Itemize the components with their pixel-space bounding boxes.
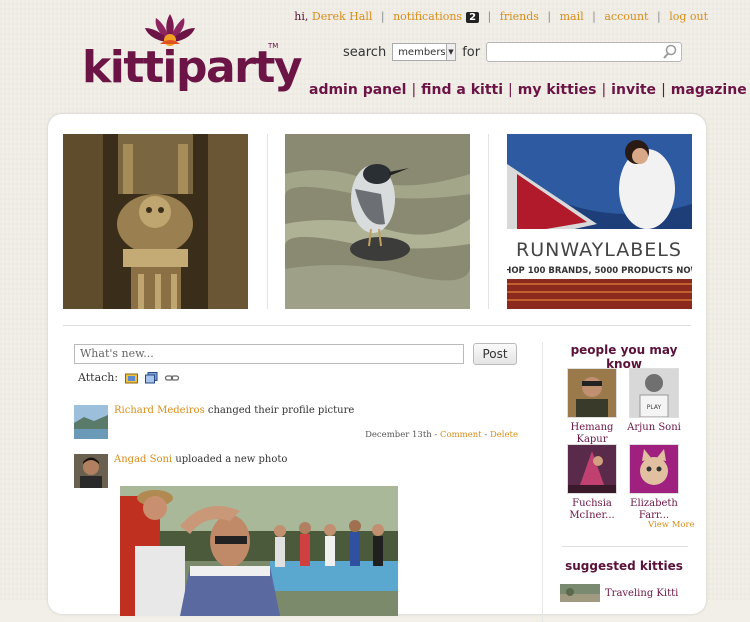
feed-action-text: uploaded a new photo xyxy=(175,454,288,465)
runway-labels-ad[interactable]: RUNWAYLABELS SHOP 100 BRANDS, 5000 PRODU… xyxy=(507,134,692,309)
kitti-name[interactable]: Traveling Kitti xyxy=(605,588,678,599)
person-card-fuchsia[interactable]: Fuchsia McIner... xyxy=(562,444,622,522)
person-photo[interactable] xyxy=(629,444,679,494)
ad-title: RUNWAYLABELS xyxy=(516,239,682,261)
uploaded-party-photo[interactable] xyxy=(120,486,398,616)
people-you-may-know-title: people you may know xyxy=(570,343,678,371)
trademark-mark: TM xyxy=(268,42,279,50)
link-attach-icon[interactable] xyxy=(165,373,180,383)
attach-label: Attach: xyxy=(78,371,119,384)
nav-invite[interactable]: invite xyxy=(611,82,656,98)
top-nav: hi, Derek Hall | notifications 2 | friend… xyxy=(294,10,708,23)
nav-magazine[interactable]: magazine xyxy=(671,82,747,98)
content-panel: RUNWAYLABELS SHOP 100 BRANDS, 5000 PRODU… xyxy=(48,114,706,622)
view-more-link[interactable]: View More xyxy=(648,520,695,530)
account-link[interactable]: account xyxy=(604,10,648,23)
search-input[interactable] xyxy=(486,42,683,62)
person-photo[interactable]: PLAY xyxy=(629,368,679,418)
post-button[interactable]: Post xyxy=(473,343,517,365)
sidebar-divider xyxy=(542,342,543,622)
search-scope-select[interactable]: members ▼ xyxy=(392,43,457,61)
nav-admin-panel[interactable]: admin panel xyxy=(309,82,406,98)
kittiparty-logo[interactable]: kittiparty TM xyxy=(80,10,303,100)
svg-text:PLAY: PLAY xyxy=(647,404,662,411)
person-name-line1[interactable]: Arjun Soni xyxy=(624,422,684,434)
whats-new-input[interactable]: What's new... xyxy=(74,344,464,364)
person-card-arjun-soni[interactable]: PLAY Arjun Soni xyxy=(624,368,684,434)
search-label: search xyxy=(343,44,387,60)
greeting: hi, xyxy=(294,10,309,23)
kitti-thumbnail[interactable] xyxy=(560,584,600,602)
comment-link[interactable]: Comment xyxy=(440,430,482,440)
notifications-count-badge[interactable]: 2 xyxy=(466,12,480,23)
album-attach-icon[interactable] xyxy=(145,371,158,384)
friends-link[interactable]: friends xyxy=(500,10,539,23)
person-name-line2[interactable]: McIner... xyxy=(562,510,622,522)
nav-find-a-kitti[interactable]: find a kitti xyxy=(421,82,503,98)
notifications-link[interactable]: notifications xyxy=(393,10,462,23)
feed-item-profile-picture: Richard Medeiros changed their profile p… xyxy=(114,405,354,416)
feed-date: December 13th - xyxy=(365,430,438,440)
richard-medeiros-avatar[interactable] xyxy=(74,405,108,439)
search-scope-value: members xyxy=(398,46,446,58)
person-name-line1[interactable]: Elizabeth xyxy=(624,498,684,510)
search-bar: search members ▼ for xyxy=(343,41,683,63)
search-icon[interactable] xyxy=(662,44,678,60)
banner-photo-heron[interactable] xyxy=(285,134,470,309)
person-card-elizabeth[interactable]: Elizabeth Farr... xyxy=(624,444,684,522)
person-name-line1[interactable]: Hemang xyxy=(562,422,622,434)
suggested-kitti-item[interactable]: Traveling Kitti xyxy=(560,584,678,602)
person-card-hemang-kapur[interactable]: Hemang Kapur xyxy=(562,368,622,446)
user-profile-link[interactable]: Derek Hall xyxy=(312,10,372,23)
nav-my-kitties[interactable]: my kitties xyxy=(518,82,597,98)
logout-link[interactable]: log out xyxy=(669,10,708,23)
delete-link[interactable]: Delete xyxy=(490,430,518,440)
person-name-line1[interactable]: Fuchsia xyxy=(562,498,622,510)
feed-item-meta: December 13th - Comment - Delete xyxy=(365,430,518,440)
search-for-label: for xyxy=(462,44,481,60)
photo-attach-icon[interactable] xyxy=(125,372,139,384)
person-photo[interactable] xyxy=(567,368,617,418)
suggested-kitties-title: suggested kitties xyxy=(565,559,683,573)
main-nav: admin panel | find a kitti | my kitties | invi… xyxy=(309,82,747,98)
feed-item-new-photo: Angad Soni uploaded a new photo xyxy=(114,454,287,465)
banner-photo-gargoyle[interactable] xyxy=(63,134,248,309)
feed-user-link[interactable]: Angad Soni xyxy=(114,454,172,465)
mail-link[interactable]: mail xyxy=(560,10,584,23)
attach-bar: Attach: xyxy=(78,371,180,384)
feed-user-link[interactable]: Richard Medeiros xyxy=(114,405,205,416)
banner-divider xyxy=(63,325,691,326)
ad-subtitle: SHOP 100 BRANDS, 5000 PRODUCTS NOW xyxy=(507,266,692,276)
person-photo[interactable] xyxy=(567,444,617,494)
angad-soni-avatar[interactable] xyxy=(74,454,108,488)
dropdown-arrow-icon: ▼ xyxy=(445,44,456,60)
feed-action-text: changed their profile picture xyxy=(207,405,355,416)
sidebar-section-divider xyxy=(562,546,688,547)
